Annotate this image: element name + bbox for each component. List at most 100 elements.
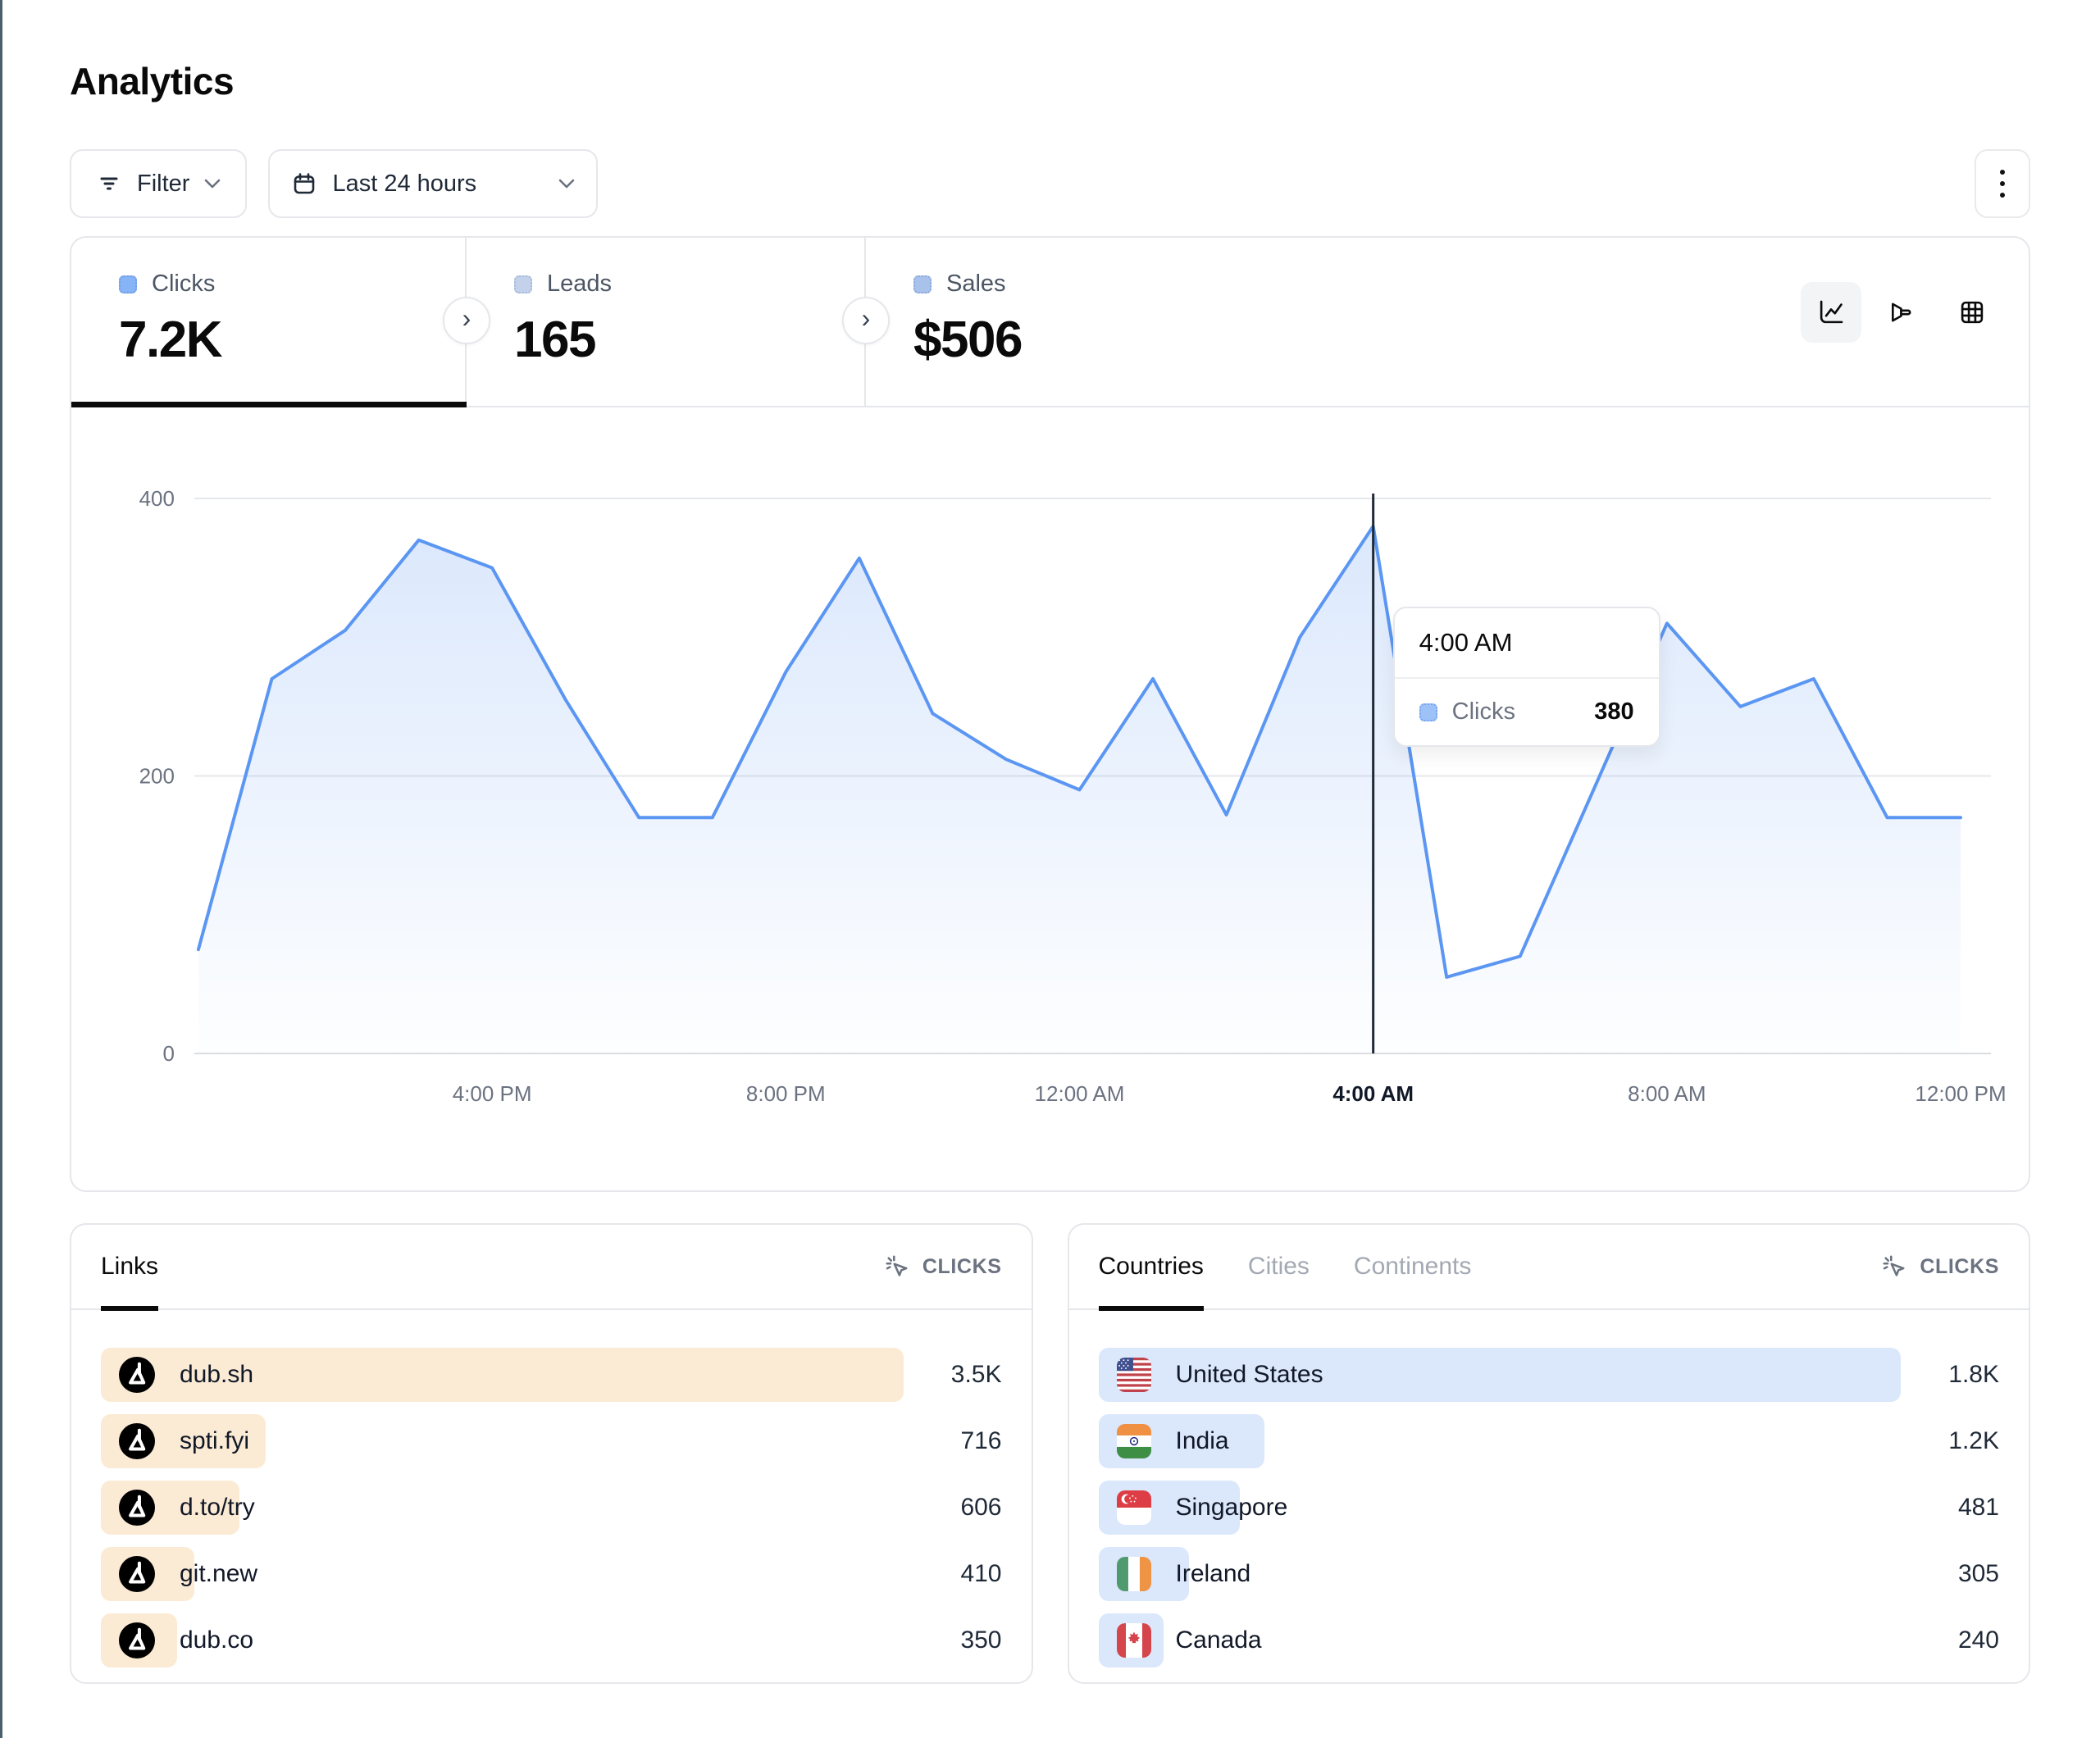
kebab-vertical-icon	[2000, 170, 2005, 198]
links-list: dub.sh3.5K spti.fyi 716 d.to/try 606 git.new 4…	[101, 1348, 1002, 1667]
row-label: Ireland	[1176, 1560, 1251, 1588]
dub-logo-icon	[119, 1622, 155, 1658]
link-row[interactable]: git.new 410	[101, 1547, 1002, 1601]
chevron-right-icon[interactable]: ›	[443, 297, 490, 344]
chart-tooltip: 4:00 AM Clicks 380	[1393, 607, 1660, 747]
cursor-click-icon	[1880, 1253, 1908, 1281]
country-row[interactable]: Canada 240	[1099, 1613, 2000, 1667]
metric-label: Sales	[946, 271, 1006, 298]
link-row[interactable]: spti.fyi 716	[101, 1414, 1002, 1468]
line-chart-view-button[interactable]	[1801, 282, 1861, 343]
date-range-button[interactable]: Last 24 hours	[268, 149, 598, 218]
row-label: dub.co	[180, 1627, 253, 1654]
metric-value: 165	[514, 311, 864, 369]
metric-tab-leads[interactable]: Leads 165	[467, 238, 866, 406]
metric-tab-clicks[interactable]: Clicks 7.2K	[71, 238, 467, 406]
countries-card: Countries Cities Continents	[1068, 1223, 2031, 1684]
metric-tabs: Clicks 7.2K Leads 165 Sales $506 › ›	[71, 238, 2029, 407]
metric-value: 7.2K	[119, 311, 465, 369]
sg-flag-icon	[1117, 1490, 1151, 1525]
filter-button-label: Filter	[137, 171, 189, 198]
metric-label: Clicks	[152, 271, 215, 298]
chevron-right-icon[interactable]: ›	[842, 297, 890, 344]
country-row[interactable]: United States 1.8K	[1099, 1348, 2000, 1402]
svg-text:4:00 AM: 4:00 AM	[1332, 1081, 1414, 1106]
tooltip-time: 4:00 AM	[1395, 608, 1659, 679]
metric-label: Leads	[547, 271, 612, 298]
clicks-area-chart[interactable]: 0 200 400 4:00 PM 8:00 PM 12:00 AM 4:00 AM 8:00…	[71, 407, 2029, 1190]
row-label: India	[1176, 1427, 1229, 1455]
sales-swatch-icon	[913, 275, 932, 293]
leads-swatch-icon	[514, 275, 532, 293]
tab-links[interactable]: Links	[101, 1225, 158, 1308]
row-value: 305	[1958, 1560, 1999, 1588]
row-label: spti.fyi	[180, 1427, 249, 1455]
countries-metric-selector[interactable]: CLICKS	[1880, 1253, 1999, 1281]
date-range-label: Last 24 hours	[332, 171, 476, 198]
svg-text:8:00 PM: 8:00 PM	[746, 1081, 826, 1106]
row-label: Singapore	[1176, 1494, 1288, 1522]
tooltip-value: 380	[1594, 698, 1633, 726]
country-row[interactable]: Ireland 305	[1099, 1547, 2000, 1601]
clicks-swatch-icon	[1419, 703, 1437, 721]
row-label: Canada	[1176, 1627, 1262, 1654]
country-row[interactable]: Singapore 481	[1099, 1481, 2000, 1535]
clicks-chart[interactable]: 0 200 400 4:00 PM 8:00 PM 12:00 AM 4:00 AM 8:00…	[71, 407, 2029, 1190]
dub-logo-icon	[119, 1423, 155, 1459]
links-metric-label: CLICKS	[922, 1255, 1002, 1279]
us-flag-icon	[1117, 1358, 1151, 1392]
countries-metric-label: CLICKS	[1920, 1255, 1999, 1279]
filter-button[interactable]: Filter	[70, 149, 247, 218]
dub-logo-icon	[119, 1490, 155, 1526]
country-row[interactable]: India 1.2K	[1099, 1414, 2000, 1468]
row-label: git.new	[180, 1560, 257, 1588]
svg-text:400: 400	[139, 486, 175, 511]
row-label: d.to/try	[180, 1494, 255, 1522]
more-options-button[interactable]	[1975, 149, 2030, 218]
chevron-down-icon	[558, 179, 575, 189]
link-row[interactable]: dub.sh3.5K	[101, 1348, 1002, 1402]
row-value: 1.8K	[1948, 1361, 1999, 1389]
tab-countries[interactable]: Countries	[1099, 1225, 1204, 1308]
row-value: 481	[1958, 1494, 1999, 1522]
svg-text:0: 0	[162, 1041, 174, 1066]
dub-logo-icon	[119, 1357, 155, 1393]
page-title: Analytics	[70, 0, 2030, 103]
tab-cities-label: Cities	[1248, 1253, 1310, 1281]
chart-view-toggles	[1801, 282, 2002, 343]
leaderboard-panels: Links CLICKS dub.sh3.5K spti.fyi 716 d.to/t…	[70, 1223, 2030, 1684]
tab-cities[interactable]: Cities	[1248, 1225, 1310, 1308]
cursor-click-icon	[883, 1253, 911, 1281]
analytics-chart-card: Clicks 7.2K Leads 165 Sales $506 › ›	[70, 236, 2030, 1192]
svg-text:8:00 AM: 8:00 AM	[1628, 1081, 1706, 1106]
row-label: United States	[1176, 1361, 1323, 1389]
links-metric-selector[interactable]: CLICKS	[883, 1253, 1002, 1281]
link-row[interactable]: d.to/try 606	[101, 1481, 1002, 1535]
dub-logo-icon	[119, 1556, 155, 1592]
clicks-swatch-icon	[119, 275, 137, 293]
row-value: 606	[960, 1494, 1001, 1522]
page-edge-strip	[0, 0, 2, 1738]
tab-continents[interactable]: Continents	[1354, 1225, 1471, 1308]
row-value: 1.2K	[1948, 1427, 1999, 1455]
svg-text:12:00 PM: 12:00 PM	[1915, 1081, 2006, 1106]
row-value: 410	[960, 1560, 1001, 1588]
chevron-down-icon	[204, 179, 221, 189]
link-row[interactable]: dub.co350	[101, 1613, 1002, 1667]
line-chart-icon	[1815, 297, 1847, 328]
filter-icon	[96, 171, 122, 197]
ie-flag-icon	[1117, 1557, 1151, 1591]
row-value: 716	[960, 1427, 1001, 1455]
svg-text:200: 200	[139, 763, 175, 788]
row-value: 240	[1958, 1627, 1999, 1654]
row-value: 3.5K	[951, 1361, 1002, 1389]
in-flag-icon	[1117, 1424, 1151, 1458]
links-card: Links CLICKS dub.sh3.5K spti.fyi 716 d.to/t…	[70, 1223, 1033, 1684]
table-view-button[interactable]	[1942, 282, 2002, 343]
funnel-icon	[1886, 297, 1917, 328]
tooltip-series-label: Clicks	[1452, 698, 1515, 726]
funnel-view-button[interactable]	[1871, 282, 1932, 343]
svg-text:12:00 AM: 12:00 AM	[1035, 1081, 1125, 1106]
svg-text:4:00 PM: 4:00 PM	[453, 1081, 532, 1106]
tab-continents-label: Continents	[1354, 1253, 1471, 1281]
